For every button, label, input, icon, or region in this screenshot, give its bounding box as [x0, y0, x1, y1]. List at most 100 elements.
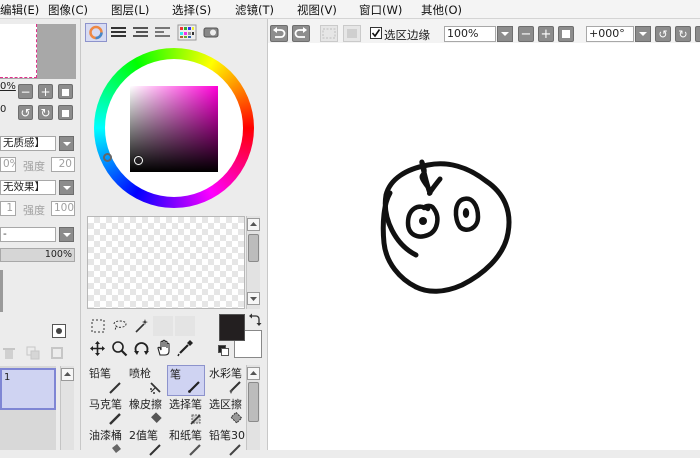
move-icon[interactable]: [89, 340, 106, 357]
navigator-viewport[interactable]: [0, 24, 37, 78]
tool-binary-pen[interactable]: 2值笔: [127, 427, 165, 458]
hand-icon[interactable]: [155, 339, 173, 357]
layer-list-scrollbar[interactable]: [60, 366, 74, 450]
delete-layer-icon[interactable]: [2, 346, 16, 360]
hsv-sliders-tab-icon[interactable]: [132, 25, 149, 40]
scratch-scroll-thumb[interactable]: [248, 234, 259, 262]
layer-scroll-up[interactable]: [61, 368, 74, 381]
binary-pen-icon: [149, 444, 161, 456]
mixer-tab-icon[interactable]: [154, 25, 171, 40]
tool-select-eraser[interactable]: 选区擦: [207, 396, 245, 427]
scratch-scroll-up[interactable]: [247, 218, 260, 231]
zoom-select[interactable]: 100%: [444, 26, 496, 42]
canvas-zoom-out-button[interactable]: −: [518, 26, 534, 42]
undo-button[interactable]: [270, 25, 288, 42]
rgb-sliders-tab-icon[interactable]: [110, 25, 127, 40]
layer-thumbnail-toggle[interactable]: [52, 324, 66, 338]
blend-mode-dropdown-button[interactable]: [59, 227, 74, 242]
menu-filter[interactable]: 滤镜(T): [235, 2, 274, 18]
eyedropper-icon[interactable]: [177, 339, 194, 357]
texture-dropdown-button[interactable]: [59, 136, 74, 151]
redo-button[interactable]: [292, 25, 310, 42]
tool-pencil[interactable]: 铅笔: [87, 365, 125, 396]
texture-strength-field[interactable]: 20: [51, 157, 75, 172]
clear-layer-icon[interactable]: [50, 346, 64, 360]
scratch-pad-scrollbar[interactable]: [246, 216, 260, 309]
merge-layer-icon[interactable]: [26, 346, 40, 360]
effect-dropdown-button[interactable]: [59, 180, 74, 195]
swap-colors-icon[interactable]: [248, 313, 262, 327]
foreground-color-swatch[interactable]: [219, 314, 245, 341]
reset-colors-icon[interactable]: [218, 345, 229, 356]
canvas-rotate-right-button[interactable]: ↻: [675, 26, 691, 42]
zoom-in-button[interactable]: +: [38, 84, 53, 99]
tool-select-pen[interactable]: 选择笔: [167, 396, 205, 427]
menu-other[interactable]: 其他(O): [421, 2, 462, 18]
tool-pencil30[interactable]: 铅笔30: [207, 427, 245, 458]
rotate-left-button[interactable]: ↺: [18, 105, 33, 120]
magic-wand-icon[interactable]: [133, 318, 149, 334]
face-outline-stroke: [382, 159, 512, 294]
tool-bucket[interactable]: 油漆桶: [87, 427, 125, 458]
brush-scroll-thumb[interactable]: [248, 382, 259, 422]
rotate-icon[interactable]: [133, 340, 150, 357]
tool-washi-pen[interactable]: 和纸笔: [167, 427, 205, 458]
effect-strength-field[interactable]: 100: [51, 201, 75, 216]
tool-label: 铅笔: [89, 367, 111, 380]
selection-edge-checkbox[interactable]: [370, 27, 382, 39]
menu-window[interactable]: 窗口(W): [359, 2, 402, 18]
effect-select[interactable]: 无效果】: [0, 180, 56, 195]
hue-marker[interactable]: [103, 153, 112, 162]
tool-airbrush[interactable]: 喷枪: [127, 365, 165, 396]
opacity-slider[interactable]: 100%: [0, 248, 75, 262]
canvas-rotate-left-button[interactable]: ↺: [655, 26, 671, 42]
tool-eraser[interactable]: 橡皮擦: [127, 396, 165, 427]
sv-marker[interactable]: [134, 156, 143, 165]
zoom-dropdown-button[interactable]: [497, 26, 513, 42]
canvas-rotate-reset-button-partial[interactable]: [695, 26, 700, 42]
texture-scale-field[interactable]: 0%: [0, 157, 16, 172]
menu-view[interactable]: 视图(V): [297, 2, 337, 18]
effect-width-field[interactable]: 1: [0, 201, 16, 216]
color-wheel-tab[interactable]: [85, 23, 107, 42]
lasso-icon[interactable]: [111, 318, 129, 334]
brush-scroll-up[interactable]: [247, 367, 260, 380]
empty-tool-slot-2: [175, 316, 195, 336]
zoom-icon[interactable]: [111, 340, 128, 357]
tool-label: 选择笔: [169, 398, 202, 411]
scratch-scroll-down[interactable]: [247, 292, 260, 305]
texture-select[interactable]: 无质感】: [0, 136, 56, 151]
blend-mode-select[interactable]: -: [0, 227, 56, 242]
menu-edit[interactable]: 编辑(E): [0, 2, 39, 18]
invert-selection-button[interactable]: [343, 25, 361, 42]
tool-watercolor[interactable]: 水彩笔: [207, 365, 245, 396]
select-pen-icon: [190, 414, 201, 425]
marker-icon: [109, 413, 121, 425]
navigator-zoom[interactable]: 0%: [0, 81, 16, 92]
tool-pen[interactable]: 笔: [167, 365, 205, 396]
menu-layer[interactable]: 图层(L): [111, 2, 149, 18]
saturation-value-box[interactable]: [130, 86, 218, 172]
deselect-button[interactable]: [320, 25, 338, 42]
rotation-select[interactable]: +000°: [586, 26, 634, 42]
brush-grid-scrollbar[interactable]: [246, 365, 260, 450]
scratchpad-tab-icon[interactable]: [202, 25, 220, 40]
scratch-pad[interactable]: [87, 216, 245, 309]
zoom-reset-button[interactable]: [58, 84, 73, 99]
navigator-preview[interactable]: [0, 24, 76, 79]
menu-select[interactable]: 选择(S): [172, 2, 211, 18]
drawing-canvas[interactable]: [268, 43, 700, 450]
canvas-zoom-reset-button[interactable]: [558, 26, 574, 42]
rotate-right-button[interactable]: ↻: [38, 105, 53, 120]
canvas-zoom-in-button[interactable]: +: [538, 26, 554, 42]
bucket-icon: [112, 444, 121, 453]
layer-item[interactable]: 1: [0, 368, 56, 410]
menu-image[interactable]: 图像(C): [48, 2, 88, 18]
tool-marker[interactable]: 马克笔: [87, 396, 125, 427]
rect-select-icon[interactable]: [90, 318, 106, 334]
zoom-out-button[interactable]: −: [18, 84, 33, 99]
swatches-tab-icon[interactable]: [177, 24, 197, 41]
rotate-reset-button[interactable]: [58, 105, 73, 120]
rotation-dropdown-button[interactable]: [635, 26, 651, 42]
tool-label: 铅笔30: [209, 429, 245, 442]
